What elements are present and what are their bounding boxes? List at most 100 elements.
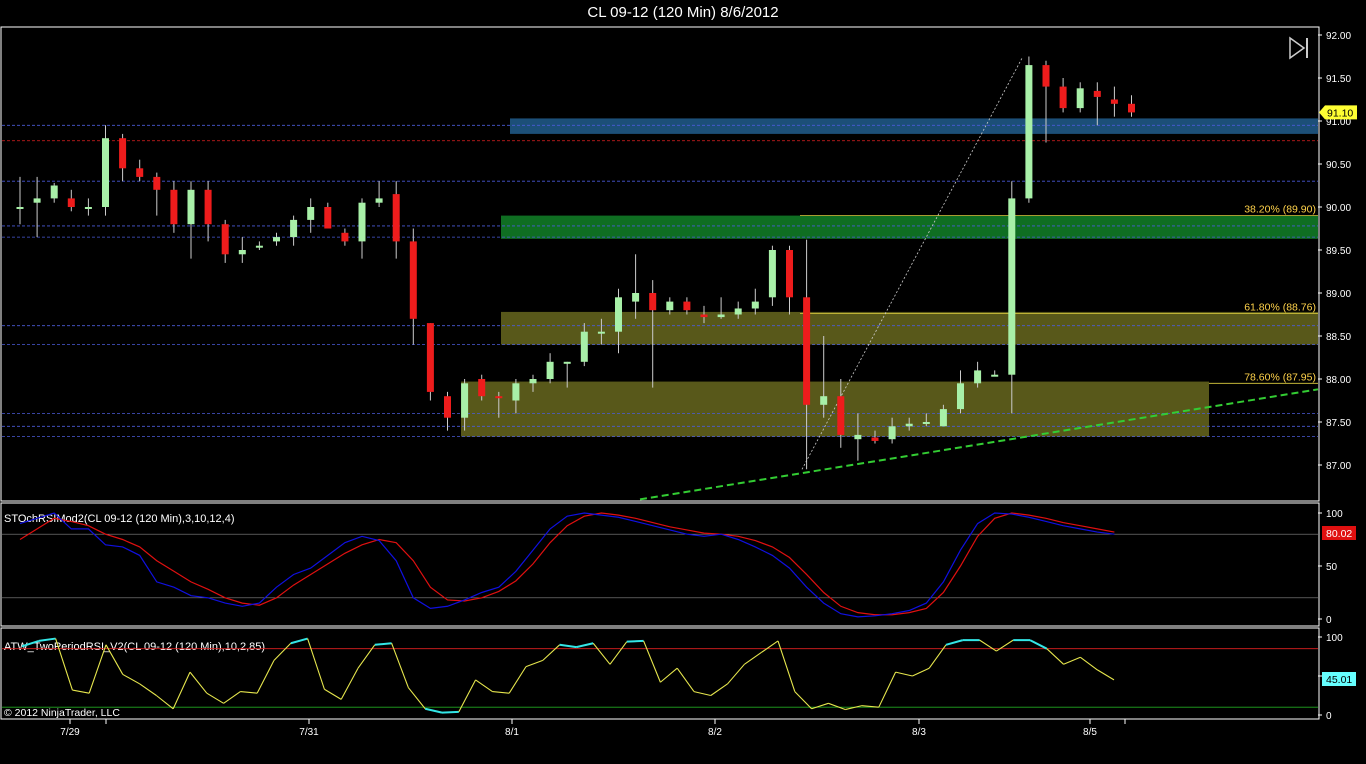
zone-blue — [510, 118, 1318, 134]
price-tick-label: 92.00 — [1326, 31, 1351, 42]
candle-body — [991, 374, 999, 377]
candle-body — [1128, 103, 1135, 113]
candle-body — [751, 301, 759, 309]
candle-body — [1110, 99, 1118, 104]
price-axis: 92.0091.5091.0090.5090.0089.5089.0088.50… — [1318, 31, 1351, 472]
price-tick-label: 88.00 — [1326, 375, 1351, 386]
price-tick-label: 89.00 — [1326, 289, 1351, 300]
candle-body — [426, 323, 434, 392]
time-axis: 7/29 7/31 8/1 8/2 8/3 8/5 — [60, 719, 1126, 738]
price-tick-label: 88.50 — [1326, 332, 1351, 343]
candle-body — [700, 314, 708, 318]
price-tick-label: 90.00 — [1326, 203, 1351, 214]
candle-body — [478, 379, 486, 397]
candle-body — [444, 396, 451, 418]
candle-body — [974, 370, 982, 384]
stoch-current-label: 80.02 — [1326, 528, 1352, 540]
stoch-tick-label: 0 — [1326, 615, 1332, 626]
time-tick-label: 8/1 — [505, 727, 519, 738]
rsi-current-tag: 45.01 — [1322, 672, 1356, 686]
candle-body — [786, 250, 793, 298]
candle-body — [153, 176, 161, 190]
candle-body — [837, 396, 845, 435]
candle-body — [358, 202, 366, 242]
candle-body — [512, 383, 520, 401]
candle-body — [273, 237, 280, 242]
price-tick-label: 90.50 — [1326, 160, 1351, 171]
time-tick-label: 8/3 — [912, 727, 926, 738]
rsi-segment — [441, 710, 459, 714]
candle-body — [204, 189, 212, 225]
candle-body — [392, 194, 400, 242]
price-tick-label: 89.50 — [1326, 246, 1351, 257]
candle-body — [238, 250, 246, 255]
rsi-segment — [626, 639, 644, 643]
copyright: © 2012 NinjaTrader, LLC — [4, 707, 120, 719]
candle-body — [734, 308, 742, 315]
candle-body — [854, 434, 862, 440]
fib-label: 61.80% (88.76) — [1244, 302, 1316, 314]
time-tick-label: 8/5 — [1083, 727, 1097, 738]
stoch-tick-label: 50 — [1326, 562, 1338, 573]
stoch-tick-label: 100 — [1326, 509, 1343, 520]
candle-body — [102, 138, 109, 207]
candle-body — [957, 383, 964, 410]
rsi-current-label: 45.01 — [1326, 674, 1352, 686]
candle-body — [170, 189, 178, 225]
candle-body — [905, 423, 913, 427]
fib-label: 38.20% (89.90) — [1244, 204, 1316, 216]
current-price-label: 91.10 — [1327, 107, 1353, 119]
candle-body — [888, 426, 896, 440]
candle-body — [1076, 88, 1084, 109]
candle-body — [1093, 90, 1101, 97]
candle-body — [1008, 198, 1016, 375]
candle-body — [307, 207, 315, 220]
candle-body — [649, 293, 657, 311]
candle-body — [1042, 65, 1050, 87]
candle-body — [375, 198, 383, 203]
candle-body — [84, 207, 92, 209]
candle-body — [16, 207, 24, 209]
candle-body — [495, 396, 503, 399]
candle-body — [341, 232, 349, 242]
candle-body — [871, 437, 879, 441]
candle-body — [255, 245, 263, 248]
candle-body — [563, 361, 571, 364]
candle-body — [820, 396, 828, 405]
rsi-tick-label: 0 — [1326, 711, 1332, 722]
candle-body — [683, 301, 691, 311]
zone-green — [501, 215, 1318, 239]
chart-canvas[interactable]: 38.20% (89.90) 61.80% (88.76) 78.60% (87.9… — [0, 0, 1366, 764]
time-tick-label: 8/2 — [708, 727, 722, 738]
candle-body — [221, 224, 229, 255]
candle-body — [597, 331, 605, 334]
time-tick-label: 7/29 — [60, 727, 80, 738]
zone-olive-upper — [501, 311, 1318, 345]
candle-body — [546, 361, 554, 379]
candle-body — [50, 185, 58, 199]
candle-body — [1059, 86, 1067, 109]
candle-body — [768, 250, 776, 298]
candle-body — [187, 189, 195, 225]
candle-body — [529, 379, 537, 384]
candle-body — [615, 297, 622, 332]
candle-body — [409, 241, 417, 319]
stoch-current-tag: 80.02 — [1322, 526, 1356, 540]
candle-body — [119, 138, 127, 169]
zone-olive-lower — [461, 381, 1209, 437]
price-tick-label: 91.50 — [1326, 74, 1351, 85]
candle-body — [580, 331, 588, 362]
candle-body — [717, 314, 725, 318]
candle-body — [922, 422, 930, 424]
current-price-tag: 91.10 — [1319, 105, 1357, 120]
candle-body — [803, 297, 811, 405]
candle-body — [290, 219, 298, 238]
candle-body — [136, 168, 144, 177]
rsi-panel-title: ATW_TwoPeriodRSI_V2(CL 09-12 (120 Min),1… — [4, 641, 265, 653]
candle-body — [461, 383, 469, 418]
rsi-tick-label: 100 — [1326, 633, 1343, 644]
fib-label: 78.60% (87.95) — [1244, 371, 1316, 383]
price-tick-label: 87.00 — [1326, 461, 1351, 472]
candle-body — [67, 198, 75, 207]
price-tick-label: 87.50 — [1326, 418, 1351, 429]
